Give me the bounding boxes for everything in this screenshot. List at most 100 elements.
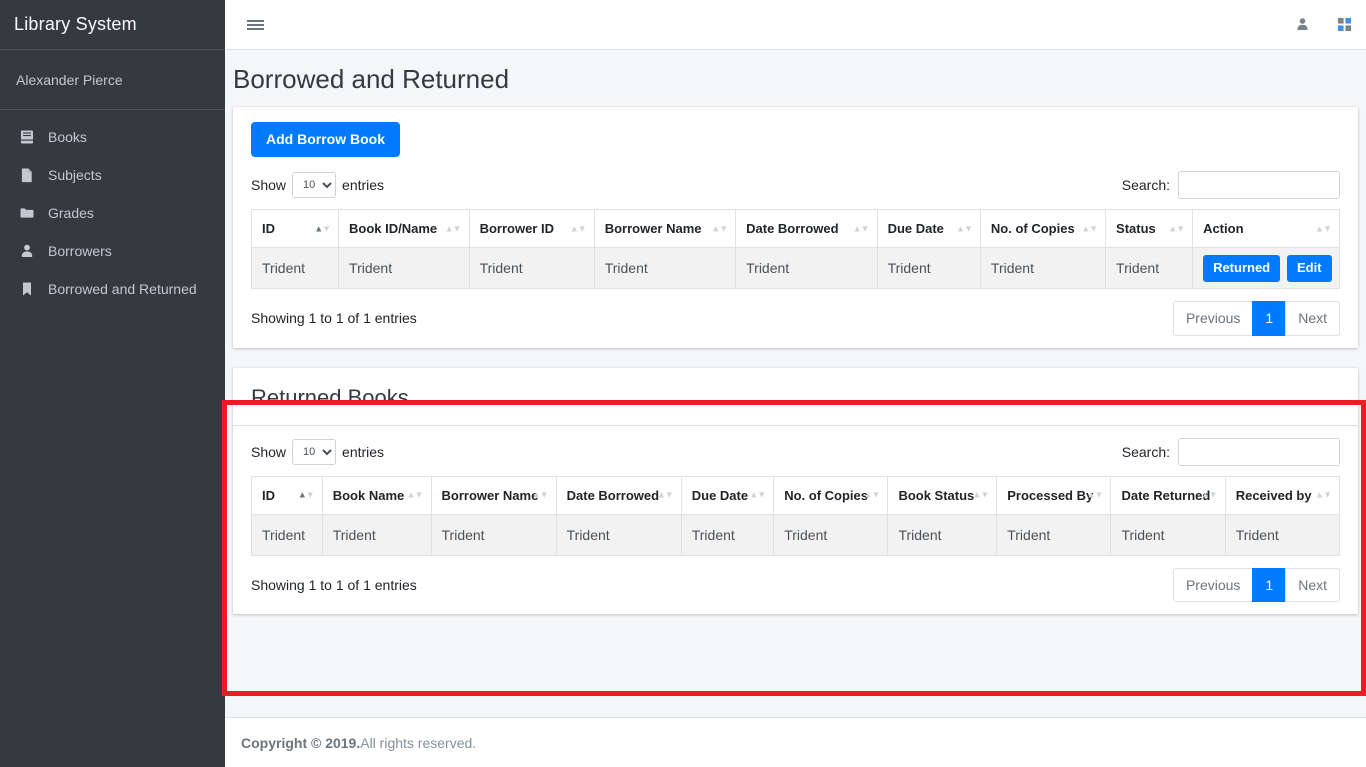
grid-icon[interactable]	[1324, 5, 1364, 45]
column-header-status[interactable]: Status ▲▼	[1106, 210, 1193, 248]
sidebar-user-panel[interactable]: Alexander Pierce	[0, 50, 225, 110]
column-label: ID	[262, 221, 275, 236]
pagination-next[interactable]: Next	[1285, 568, 1340, 602]
returned-table-header-row: ID ▲▼ Book Name ▲▼ Borrower Name ▲▼	[252, 476, 1340, 514]
sidebar-user-name: Alexander Pierce	[16, 72, 123, 88]
user-icon[interactable]	[1282, 5, 1322, 45]
column-label: Action	[1203, 221, 1243, 236]
column-header-processed-by[interactable]: Processed By ▲▼	[997, 476, 1111, 514]
returned-books-card-header: Returned Books	[233, 371, 1358, 426]
column-header-borrower-name[interactable]: Borrower Name ▲▼	[594, 210, 735, 248]
sort-icon: ▲▼	[1087, 491, 1103, 500]
sidebar-item-borrowed-and-returned[interactable]: Borrowed and Returned	[8, 270, 217, 308]
pagination-page-1[interactable]: 1	[1252, 568, 1286, 602]
cell-due-date: Trident	[681, 514, 773, 555]
cell-status: Trident	[1106, 248, 1193, 289]
column-header-date-returned[interactable]: Date Returned ▲▼	[1111, 476, 1225, 514]
footer-rights: All rights reserved.	[360, 735, 476, 751]
cell-received-by: Trident	[1225, 514, 1339, 555]
sort-icon: ▲▼	[657, 491, 673, 500]
returned-pagination: Previous 1 Next	[1173, 568, 1340, 602]
column-header-no-of-copies[interactable]: No. of Copies ▲▼	[980, 210, 1105, 248]
cell-borrower-name: Trident	[431, 514, 556, 555]
column-label: Date Borrowed	[746, 221, 838, 236]
borrowed-pagination: Previous 1 Next	[1173, 301, 1340, 335]
entries-label: entries	[342, 177, 384, 193]
borrowed-length-select[interactable]: 10 25 50 100	[292, 172, 336, 198]
column-label: Book Name	[333, 488, 405, 503]
sort-icon: ▲▼	[864, 491, 880, 500]
pagination-previous[interactable]: Previous	[1173, 568, 1253, 602]
sort-icon: ▲▼	[972, 491, 988, 500]
show-label: Show	[251, 177, 286, 193]
borrowed-search-input[interactable]	[1178, 171, 1340, 199]
sidebar-item-label: Subjects	[48, 167, 102, 183]
cell-date-borrowed: Trident	[556, 514, 681, 555]
column-label: Book ID/Name	[349, 221, 437, 236]
column-label: Borrower Name	[442, 488, 539, 503]
column-label: Borrower Name	[605, 221, 702, 236]
add-borrow-book-button[interactable]: Add Borrow Book	[251, 122, 400, 157]
sort-icon: ▲▼	[314, 224, 330, 233]
returned-button[interactable]: Returned	[1203, 255, 1280, 281]
sort-icon: ▲▼	[532, 491, 548, 500]
column-header-due-date[interactable]: Due Date ▲▼	[681, 476, 773, 514]
column-header-borrower-name[interactable]: Borrower Name ▲▼	[431, 476, 556, 514]
cell-processed-by: Trident	[997, 514, 1111, 555]
column-label: Due Date	[692, 488, 748, 503]
column-header-borrower-id[interactable]: Borrower ID ▲▼	[469, 210, 594, 248]
returned-entries-info: Showing 1 to 1 of 1 entries	[251, 577, 417, 593]
sidebar-item-label: Grades	[48, 205, 94, 221]
column-header-book-status[interactable]: Book Status ▲▼	[888, 476, 997, 514]
column-header-date-borrowed[interactable]: Date Borrowed ▲▼	[556, 476, 681, 514]
pagination-next[interactable]: Next	[1285, 301, 1340, 335]
page-title: Borrowed and Returned	[233, 64, 1350, 95]
returned-length-select[interactable]: 10	[292, 439, 336, 465]
sort-icon: ▲▼	[956, 224, 972, 233]
pagination-page-1[interactable]: 1	[1252, 301, 1286, 335]
sidebar-item-grades[interactable]: Grades	[8, 194, 217, 232]
sidebar-brand[interactable]: Library System	[0, 0, 225, 50]
show-label: Show	[251, 444, 286, 460]
sort-icon: ▲▼	[445, 224, 461, 233]
sidebar: Library System Alexander Pierce Books	[0, 0, 225, 767]
column-label: Received by	[1236, 488, 1312, 503]
application-root: Library System Alexander Pierce Books	[0, 0, 1366, 767]
sidebar-item-books[interactable]: Books	[8, 118, 217, 156]
column-header-action[interactable]: Action ▲▼	[1193, 210, 1340, 248]
cell-date-borrowed: Trident	[736, 248, 877, 289]
page-footer: Copyright © 2019. All rights reserved.	[225, 717, 1366, 767]
returned-search-input[interactable]	[1178, 438, 1340, 466]
borrowed-entries-info: Showing 1 to 1 of 1 entries	[251, 310, 417, 326]
returned-books-card: Returned Books Show 10 entries Search:	[233, 368, 1358, 614]
column-header-no-of-copies[interactable]: No. of Copies ▲▼	[774, 476, 888, 514]
sidebar-item-borrowers[interactable]: Borrowers	[8, 232, 217, 270]
pagination-previous[interactable]: Previous	[1173, 301, 1253, 335]
cell-no-of-copies: Trident	[774, 514, 888, 555]
sort-icon: ▲▼	[1201, 491, 1217, 500]
sidebar-nav: Books Subjects Grades	[0, 110, 225, 308]
column-header-date-borrowed[interactable]: Date Borrowed ▲▼	[736, 210, 877, 248]
column-header-book-name[interactable]: Book Name ▲▼	[322, 476, 431, 514]
cell-id: Trident	[252, 248, 339, 289]
hamburger-icon[interactable]	[235, 5, 275, 45]
sort-icon: ▲▼	[1315, 224, 1331, 233]
search-label: Search:	[1122, 177, 1170, 193]
column-header-received-by[interactable]: Received by ▲▼	[1225, 476, 1339, 514]
column-header-id[interactable]: ID ▲▼	[252, 210, 339, 248]
cell-no-of-copies: Trident	[980, 248, 1105, 289]
sidebar-item-subjects[interactable]: Subjects	[8, 156, 217, 194]
column-header-id[interactable]: ID ▲▼	[252, 476, 323, 514]
column-label: Date Returned	[1121, 488, 1210, 503]
returned-table-footer: Showing 1 to 1 of 1 entries Previous 1 N…	[251, 568, 1340, 602]
cell-borrower-id: Trident	[469, 248, 594, 289]
borrowed-length-control: Show 10 25 50 100 entries	[251, 172, 384, 198]
column-header-book-id-name[interactable]: Book ID/Name ▲▼	[339, 210, 470, 248]
column-label: ID	[262, 488, 275, 503]
column-label: Due Date	[888, 221, 944, 236]
bookmark-icon	[18, 280, 36, 298]
returned-books-table: ID ▲▼ Book Name ▲▼ Borrower Name ▲▼	[251, 476, 1340, 556]
column-header-due-date[interactable]: Due Date ▲▼	[877, 210, 980, 248]
edit-button[interactable]: Edit	[1287, 255, 1332, 281]
entries-label: entries	[342, 444, 384, 460]
